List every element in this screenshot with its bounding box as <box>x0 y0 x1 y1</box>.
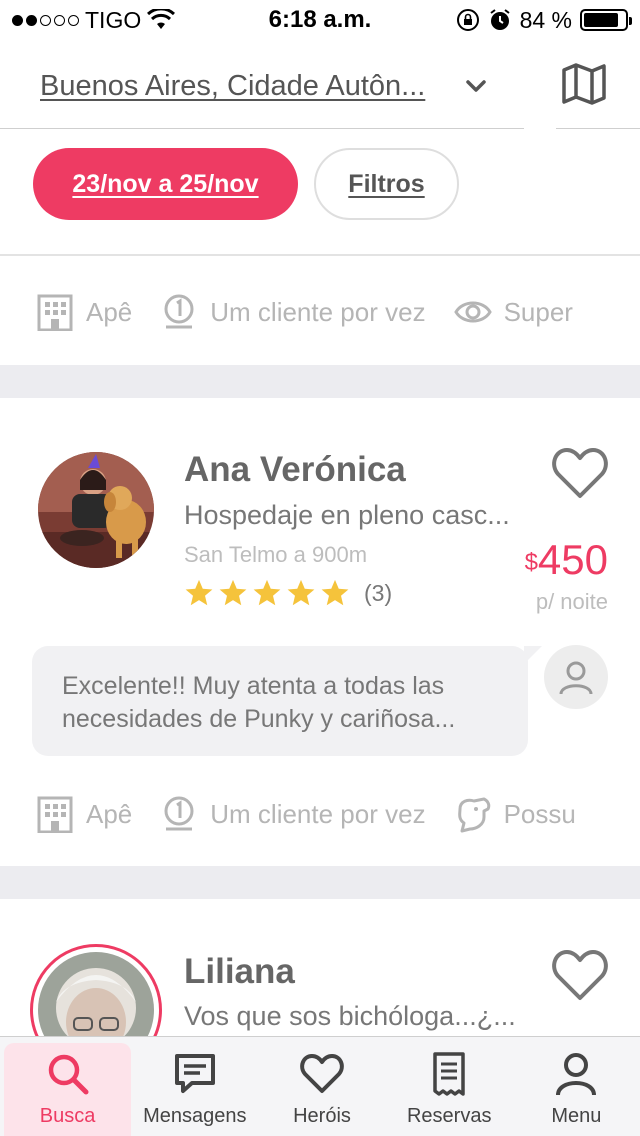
tab-label: Busca <box>39 1105 96 1127</box>
receipt-icon <box>433 1052 465 1096</box>
price-unit: p/ noite <box>535 589 608 614</box>
tab-label: Mensagens <box>143 1105 247 1127</box>
one-client-icon <box>164 796 194 831</box>
feature-label: Apê <box>86 798 133 829</box>
tab-bar: Busca Mensagens Heróis Reservas Menu <box>0 1036 640 1136</box>
battery-percent: 84 % <box>519 6 572 33</box>
chevron-down-icon[interactable] <box>462 72 490 100</box>
tab-label: Menu <box>551 1105 602 1127</box>
section-separator <box>0 866 640 899</box>
location-selector[interactable]: Buenos Aires, Cidade Autôn... <box>40 70 425 103</box>
filters-button[interactable]: Filtros <box>314 148 459 220</box>
reviewer-avatar[interactable] <box>544 645 608 709</box>
building-icon <box>37 294 73 331</box>
dog-icon <box>457 797 490 833</box>
message-icon <box>174 1054 215 1093</box>
search-header: Buenos Aires, Cidade Autôn... <box>0 44 640 130</box>
price-value: 450 <box>537 536 608 583</box>
feature-item: Super <box>453 293 573 331</box>
star-icon <box>321 579 349 606</box>
date-range-button[interactable]: 23/nov a 25/nov <box>33 148 298 220</box>
divider <box>0 128 524 129</box>
star-icon <box>219 579 247 606</box>
signal-strength-icon <box>12 14 79 26</box>
rotation-lock-icon <box>456 9 479 31</box>
host-name[interactable]: Liliana <box>184 952 295 992</box>
rating-stars: (3) <box>184 578 392 608</box>
features-row: Apê Um cliente por vez Possu <box>0 784 640 844</box>
tab-busca[interactable]: Busca <box>4 1043 132 1136</box>
building-icon <box>37 796 73 833</box>
host-name[interactable]: Ana Verónica <box>184 450 406 490</box>
tab-mensagens[interactable]: Mensagens <box>131 1037 258 1136</box>
feature-label: Apê <box>86 296 133 327</box>
review-text-line: necesidades de Punky y cariñosa... <box>62 705 456 733</box>
status-bar: TIGO 6:18 a.m. 84 % <box>0 0 640 40</box>
feature-item: Apê <box>36 293 132 331</box>
one-client-icon <box>164 294 194 329</box>
review-bubble[interactable]: Excelente!! Muy atenta a todas las neces… <box>32 646 542 756</box>
price-currency: $ <box>524 549 538 576</box>
listing-description: Hospedaje en pleno casc... <box>184 500 510 530</box>
favorite-heart-icon[interactable] <box>551 948 609 1002</box>
map-icon[interactable] <box>560 62 608 106</box>
tab-label: Heróis <box>293 1105 351 1127</box>
feature-item: Apê <box>36 795 132 833</box>
star-icon <box>185 579 213 606</box>
star-icon <box>253 579 281 606</box>
wifi-icon <box>147 9 176 29</box>
feature-label: Um cliente por vez <box>210 296 426 327</box>
user-icon <box>559 661 593 695</box>
feature-label: Possu <box>503 798 576 829</box>
tab-reservas[interactable]: Reservas <box>386 1037 513 1136</box>
feature-item: Um cliente por vez <box>160 293 426 331</box>
host-avatar[interactable] <box>38 452 154 568</box>
heart-icon <box>300 1054 344 1093</box>
eye-icon <box>453 301 492 323</box>
feature-label: Super <box>503 296 573 327</box>
star-icon <box>287 579 315 606</box>
listing-description: Vos que sos bichóloga...¿... <box>184 1001 516 1031</box>
feature-item: Um cliente por vez <box>160 795 426 833</box>
tab-menu[interactable]: Menu <box>513 1037 640 1136</box>
divider <box>0 254 640 256</box>
alarm-icon <box>489 9 510 30</box>
feature-label: Um cliente por vez <box>210 798 426 829</box>
search-icon <box>48 1054 89 1095</box>
section-separator <box>0 365 640 398</box>
review-text-line: Excelente!! Muy atenta a todas las <box>62 672 445 700</box>
listing-location: San Telmo a 900m <box>184 542 368 567</box>
feature-item: Possu <box>454 795 576 833</box>
review-count: (3) <box>364 579 393 606</box>
carrier-name: TIGO <box>85 6 142 33</box>
features-row: Apê Um cliente por vez Super <box>0 282 640 342</box>
user-icon <box>556 1053 597 1096</box>
divider <box>556 128 640 129</box>
tab-herois[interactable]: Heróis <box>258 1037 385 1136</box>
favorite-heart-icon[interactable] <box>551 446 609 500</box>
tab-label: Reservas <box>406 1105 492 1127</box>
price: $450 <box>480 536 608 584</box>
status-time: 6:18 a.m. <box>268 6 372 33</box>
battery-icon <box>580 9 632 31</box>
